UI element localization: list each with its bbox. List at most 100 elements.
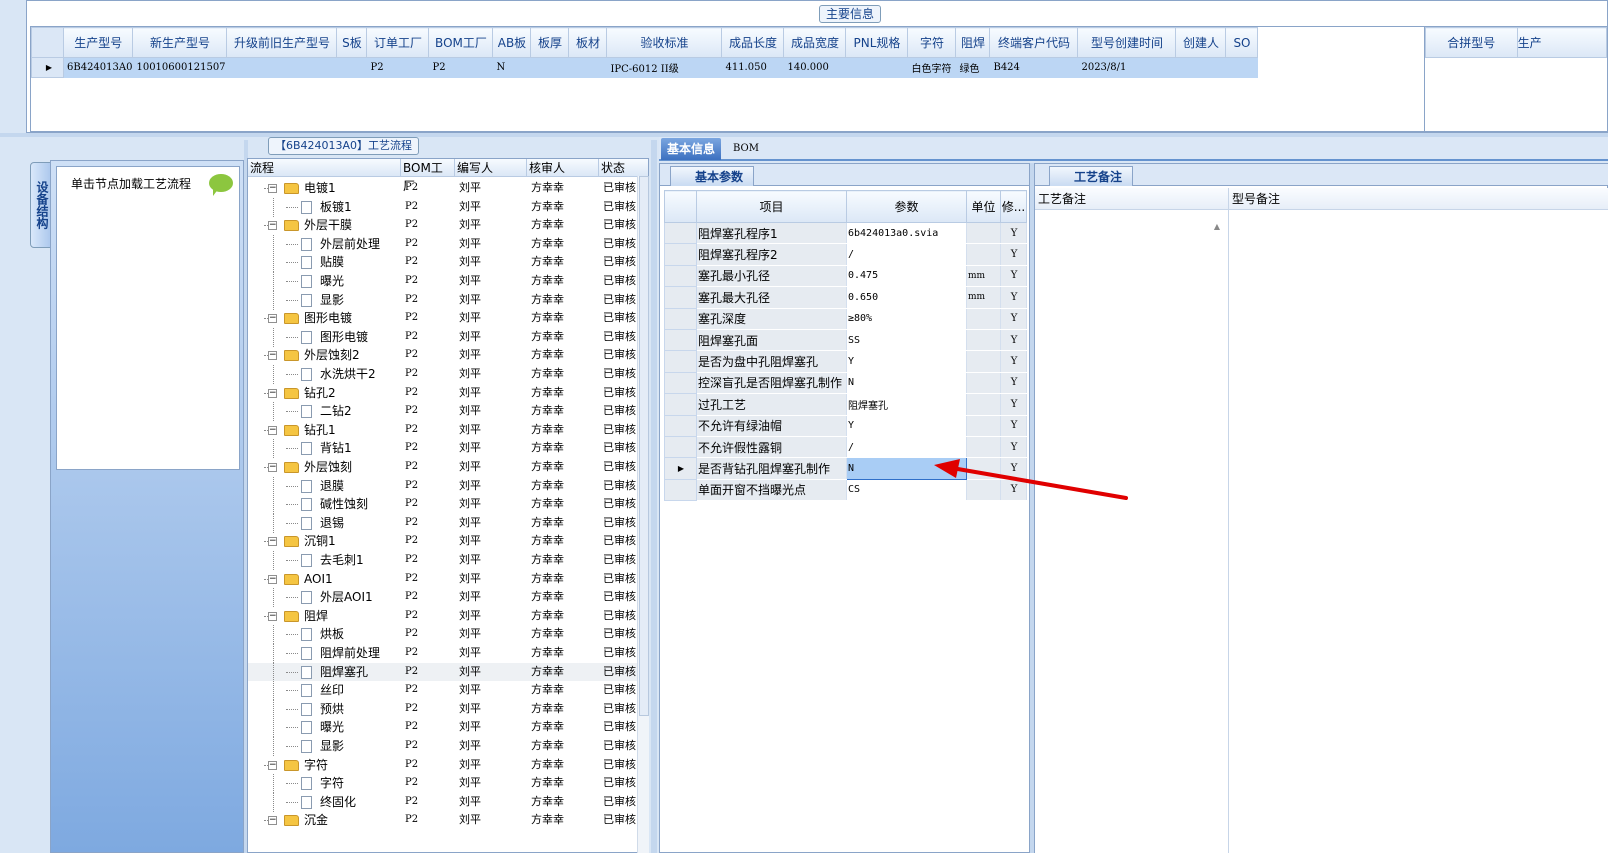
tree-node-group[interactable]: − 图形电镀 P2 刘平 方幸幸 已审核 <box>248 309 642 328</box>
param-row[interactable]: 塞孔最小孔径 0.475 mm Y <box>664 264 1027 288</box>
param-value-field[interactable]: Y <box>846 350 967 373</box>
param-row[interactable]: 阻焊塞孔面 SS Y <box>664 328 1027 352</box>
main-col-header[interactable]: 成品长度 <box>721 27 785 58</box>
param-row[interactable]: 是否为盘中孔阻焊塞孔 Y Y <box>664 350 1027 373</box>
tree-node-group[interactable]: − 钻孔1 P2 刘平 方幸幸 已审核 <box>248 421 642 440</box>
main-col-header[interactable]: AB板 <box>492 27 532 58</box>
tree-node-group[interactable]: − 沉金 P2 刘平 方幸幸 已审核 <box>248 811 642 830</box>
table-cell[interactable] <box>226 57 338 78</box>
param-value-field[interactable]: 6b424013a0.svia <box>846 222 967 245</box>
param-modify-flag[interactable]: Y <box>1000 350 1027 373</box>
param-modify-flag[interactable]: Y <box>1000 308 1027 330</box>
main-col-header[interactable]: 订单工厂 <box>366 27 430 58</box>
table-cell[interactable] <box>530 57 570 78</box>
tree-node-step[interactable]: 外层前处理 P2 刘平 方幸幸 已审核 <box>248 234 642 254</box>
tree-node-step[interactable]: 阻焊前处理 P2 刘平 方幸幸 已审核 <box>248 644 642 663</box>
tree-node-group[interactable]: − 外层蚀刻 P2 刘平 方幸幸 已审核 <box>248 458 642 477</box>
main-info-grid[interactable]: 生产型号 新生产型号 升级前旧生产型号 S板 订单工厂 BOM工厂 AB板 板厚 板材 验收标准成… <box>30 26 1426 132</box>
params-grid[interactable]: 项目 参数 单位 修... 阻焊塞孔程序1 6b424013a0.svia Y 阻焊塞… <box>664 190 1027 502</box>
main-col-header[interactable]: 终端客户代码 <box>989 27 1079 58</box>
collapse-icon[interactable]: − <box>268 760 277 770</box>
collapse-icon[interactable]: − <box>268 388 277 398</box>
flow-col-header[interactable]: 状态 <box>599 159 648 177</box>
main-col-header[interactable]: 板材 <box>568 27 608 58</box>
process-remark-column[interactable]: 工艺备注 ▲ <box>1035 188 1229 853</box>
tree-node-step[interactable]: 曝光 P2 刘平 方幸幸 已审核 <box>248 272 642 291</box>
tree-node-step[interactable]: 显影 P2 刘平 方幸幸 已审核 <box>248 290 642 310</box>
param-value-field[interactable]: N <box>846 372 967 395</box>
flow-col-header[interactable]: 核审人 <box>527 159 599 177</box>
tree-node-group[interactable]: − 外层蚀刻2 P2 刘平 方幸幸 已审核 <box>248 346 642 365</box>
collapse-icon[interactable]: − <box>268 221 277 231</box>
tab-basic-info[interactable]: 基本信息 <box>661 138 722 160</box>
param-row[interactable]: 不允许有绿油帽 Y Y <box>664 414 1027 437</box>
param-value-field[interactable]: / <box>846 243 967 266</box>
table-cell[interactable]: B424 <box>989 57 1079 78</box>
flow-col-header[interactable]: 编写人 <box>455 159 527 177</box>
scrollbar-thumb[interactable] <box>639 176 649 716</box>
param-row[interactable]: 控深盲孔是否阻焊塞孔制作 N Y <box>664 371 1027 395</box>
tree-node-step[interactable]: 去毛刺1 P2 刘平 方幸幸 已审核 <box>248 551 642 570</box>
param-modify-flag[interactable]: Y <box>1000 286 1027 309</box>
tree-node-step[interactable]: 外层AOI1 P2 刘平 方幸幸 已审核 <box>248 588 642 608</box>
collapse-icon[interactable]: − <box>268 537 277 547</box>
table-cell[interactable]: 绿色 <box>955 57 991 78</box>
main-col-header[interactable]: 升级前旧生产型号 <box>226 27 338 58</box>
tree-node-step[interactable]: 图形电镀 P2 刘平 方幸幸 已审核 <box>248 327 642 347</box>
collapse-icon[interactable]: − <box>268 314 277 324</box>
main-col-header[interactable]: 生产型号 <box>62 27 134 58</box>
main-col-header[interactable]: PNL规格 <box>845 27 909 58</box>
speech-bubble-icon[interactable] <box>209 174 233 196</box>
param-row[interactable]: 阻焊塞孔程序1 6b424013a0.svia Y <box>664 221 1027 245</box>
merge-grid[interactable]: 合拼型号 生产 <box>1424 26 1608 132</box>
param-row[interactable]: 塞孔深度 ≥80% Y <box>664 307 1027 330</box>
table-row[interactable]: ▶ 6B424013A0 10010600121507 P2 P2 N IPC-6012 I… <box>31 57 1259 78</box>
tree-node-step[interactable]: 退锡 P2 刘平 方幸幸 已审核 <box>248 513 642 533</box>
tree-node-step[interactable]: 阻焊塞孔 P2 刘平 方幸幸 已审核 <box>248 662 642 682</box>
tree-node-group[interactable]: − 电镀1 P2 刘平 方幸幸 已审核 <box>248 179 642 198</box>
param-value-field[interactable]: Y <box>846 415 967 437</box>
tree-node-step[interactable]: 曝光 P2 刘平 方幸幸 已审核 <box>248 718 642 738</box>
main-col-header[interactable]: 新生产型号 <box>132 27 228 58</box>
main-col-header[interactable]: 验收标准 <box>606 27 723 58</box>
param-modify-flag[interactable]: Y <box>1000 265 1027 288</box>
main-col-header[interactable]: 创建人 <box>1175 27 1227 58</box>
tree-node-group[interactable]: − 字符 P2 刘平 方幸幸 已审核 <box>248 756 642 775</box>
param-value-field[interactable]: SS <box>846 329 967 352</box>
param-modify-flag[interactable]: Y <box>1000 372 1027 395</box>
param-value-field[interactable]: ≥80% <box>846 308 967 330</box>
param-modify-flag[interactable]: Y <box>1000 393 1027 416</box>
merge-col-header[interactable]: 合拼型号 <box>1425 27 1518 58</box>
tree-node-step[interactable]: 烘板 P2 刘平 方幸幸 已审核 <box>248 625 642 645</box>
main-col-header[interactable]: 型号创建时间 <box>1077 27 1177 58</box>
table-cell[interactable]: P2 <box>366 57 430 78</box>
tree-node-step[interactable]: 贴膜 P2 刘平 方幸幸 已审核 <box>248 253 642 273</box>
params-col-header[interactable]: 修... <box>1000 190 1027 223</box>
table-cell[interactable]: P2 <box>428 57 494 78</box>
collapse-icon[interactable]: − <box>268 463 277 472</box>
flow-scrollbar[interactable] <box>637 176 649 853</box>
process-flow-tree[interactable]: 流程 BOM工厂 编写人 核审人 状态 − 电镀1 P2 刘平 方幸幸 已审核 板镀1 P2 刘… <box>247 158 649 853</box>
table-cell[interactable]: IPC-6012 II级 <box>606 57 723 78</box>
tab-bom[interactable]: BOM <box>727 138 765 160</box>
params-col-header[interactable]: 参数 <box>846 190 967 223</box>
tree-node-group[interactable]: − 外层干膜 P2 刘平 方幸幸 已审核 <box>248 216 642 235</box>
table-cell[interactable]: 6B424013A0 <box>63 57 134 78</box>
main-col-header[interactable]: 字符 <box>907 27 957 58</box>
tree-node-step[interactable]: 二钻2 P2 刘平 方幸幸 已审核 <box>248 402 642 422</box>
tree-node-step[interactable]: 退膜 P2 刘平 方幸幸 已审核 <box>248 476 642 496</box>
main-col-header[interactable]: SO <box>1225 27 1259 58</box>
table-cell[interactable] <box>336 57 368 78</box>
table-cell[interactable] <box>1175 57 1227 78</box>
tree-node-step[interactable]: 终固化 P2 刘平 方幸幸 已审核 <box>248 792 642 812</box>
param-modify-flag[interactable]: Y <box>1000 329 1027 352</box>
table-cell[interactable]: N <box>492 57 532 78</box>
tree-node-group[interactable]: − 沉铜1 P2 刘平 方幸幸 已审核 <box>248 532 642 551</box>
params-col-header[interactable]: 单位 <box>966 190 1001 223</box>
tree-node-step[interactable]: 碱性蚀刻 P2 刘平 方幸幸 已审核 <box>248 495 642 515</box>
table-cell[interactable]: 白色字符 <box>907 57 957 78</box>
tab-process-remark[interactable]: 工艺备注 <box>1049 166 1134 186</box>
param-row[interactable]: 塞孔最大孔径 0.650 mm Y <box>664 286 1027 309</box>
tree-node-step[interactable]: 字符 P2 刘平 方幸幸 已审核 <box>248 774 642 794</box>
param-row[interactable]: 不允许假性露铜 / Y <box>664 435 1027 459</box>
